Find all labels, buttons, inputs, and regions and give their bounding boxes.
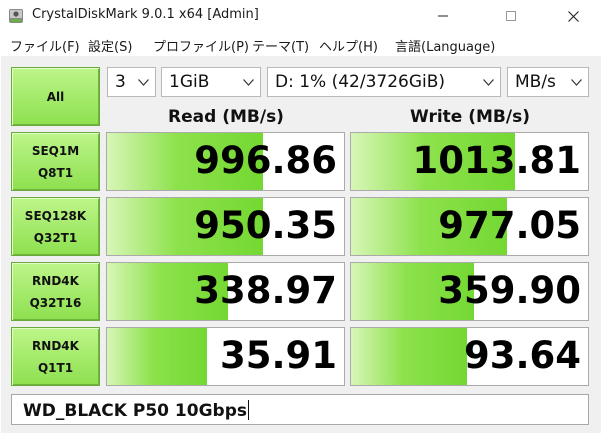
menu-bar: ファイル(F) 設定(S) プロファイル(P) テーマ(T) ヘルプ(H) 言語… — [0, 34, 602, 56]
chevron-down-icon — [571, 79, 582, 86]
all-button-label: All — [46, 89, 65, 104]
write-result: 1013.81 — [350, 132, 589, 191]
maximize-button[interactable] — [488, 0, 534, 32]
comment-text: WD_BLACK P50 10Gbps — [23, 401, 247, 421]
write-bar — [351, 328, 468, 385]
test-button-seq1m-q8t1[interactable]: SEQ1M Q8T1 — [11, 132, 100, 191]
unit-select[interactable]: MB/s — [507, 67, 589, 97]
count-value: 3 — [115, 72, 126, 92]
menu-settings[interactable]: 設定(S) — [88, 36, 132, 55]
size-select[interactable]: 1GiB — [161, 67, 261, 97]
read-result: 996.86 — [106, 132, 345, 191]
read-result: 338.97 — [106, 262, 345, 321]
menu-theme[interactable]: テーマ(T) — [252, 36, 309, 55]
count-select[interactable]: 3 — [107, 67, 156, 97]
read-result: 950.35 — [106, 197, 345, 256]
minimize-icon — [438, 15, 448, 17]
write-value: 359.90 — [438, 269, 581, 312]
read-value: 996.86 — [194, 139, 337, 182]
test-button-rnd4k-q32t16[interactable]: RND4K Q32T16 — [11, 262, 100, 321]
app-disk-icon — [9, 9, 23, 23]
chevron-down-icon — [243, 79, 254, 86]
read-value: 338.97 — [194, 269, 337, 312]
write-value: 977.05 — [438, 204, 581, 247]
menu-file[interactable]: ファイル(F) — [10, 36, 80, 55]
read-bar — [107, 328, 207, 385]
chevron-down-icon — [483, 79, 494, 86]
read-result: 35.91 — [106, 327, 345, 386]
size-value: 1GiB — [169, 72, 210, 92]
text-caret — [247, 400, 249, 420]
write-result: 977.05 — [350, 197, 589, 256]
menu-language[interactable]: 言語(Language) — [395, 36, 495, 55]
maximize-icon — [506, 11, 516, 21]
read-header: Read (MB/s) — [168, 107, 284, 127]
test-queue: Q32T16 — [29, 295, 82, 310]
read-value: 35.91 — [219, 334, 337, 377]
unit-value: MB/s — [515, 72, 556, 92]
chevron-down-icon — [138, 79, 149, 86]
test-name: RND4K — [32, 273, 79, 288]
test-name: SEQ1M — [31, 143, 80, 158]
write-value: 93.64 — [463, 334, 581, 377]
test-name: SEQ128K — [24, 208, 87, 223]
window-title: CrystalDiskMark 9.0.1 x64 [Admin] — [32, 7, 259, 22]
test-button-seq128k-q32t1[interactable]: SEQ128K Q32T1 — [11, 197, 100, 256]
read-value: 950.35 — [194, 204, 337, 247]
all-button[interactable]: All — [11, 67, 100, 126]
test-queue: Q32T1 — [33, 230, 78, 245]
write-result: 359.90 — [350, 262, 589, 321]
test-queue: Q8T1 — [37, 165, 74, 180]
write-header: Write (MB/s) — [410, 107, 530, 127]
test-name: RND4K — [32, 338, 79, 353]
write-result: 93.64 — [350, 327, 589, 386]
menu-help[interactable]: ヘルプ(H) — [319, 36, 378, 55]
drive-value: D: 1% (42/3726GiB) — [275, 72, 446, 92]
title-bar[interactable]: CrystalDiskMark 9.0.1 x64 [Admin] — [0, 0, 602, 32]
write-value: 1013.81 — [412, 139, 581, 182]
drive-select[interactable]: D: 1% (42/3726GiB) — [267, 67, 501, 97]
menu-profile[interactable]: プロファイル(P) — [153, 36, 249, 55]
test-button-rnd4k-q1t1[interactable]: RND4K Q1T1 — [11, 327, 100, 386]
test-queue: Q1T1 — [37, 360, 74, 375]
close-icon — [567, 10, 579, 22]
close-button[interactable] — [550, 0, 596, 32]
comment-input[interactable]: WD_BLACK P50 10Gbps — [11, 394, 589, 425]
minimize-button[interactable] — [420, 0, 466, 32]
